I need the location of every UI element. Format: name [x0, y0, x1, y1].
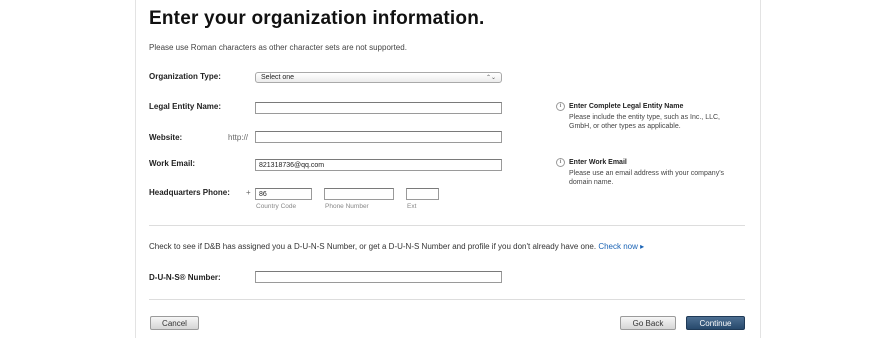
page-title: Enter your organization information. — [149, 8, 485, 29]
legal-info-line2: GmbH, or other types as applicable. — [569, 123, 681, 130]
select-chevron-icon: ⌃⌄ — [485, 74, 496, 81]
duns-check-text: Check to see if D&B has assigned you a D… — [149, 242, 644, 251]
email-info-line2: domain name. — [569, 179, 614, 186]
hq-phone-label: Headquarters Phone: — [149, 188, 230, 197]
phone-ext-hint: Ext — [407, 203, 417, 210]
org-type-select[interactable]: Select one ⌃⌄ — [255, 72, 502, 83]
page-frame-left-border — [135, 0, 136, 338]
email-info-title: Enter Work Email — [569, 159, 627, 166]
org-type-label: Organization Type: — [149, 72, 221, 81]
legal-name-input[interactable] — [255, 102, 502, 114]
info-icon: i — [556, 102, 565, 111]
duns-number-label: D-U-N-S® Number: — [149, 273, 221, 282]
continue-button[interactable]: Continue — [686, 316, 745, 330]
country-code-hint: Country Code — [256, 203, 297, 210]
org-type-selected-value: Select one — [261, 73, 295, 81]
duns-number-input[interactable] — [255, 271, 502, 283]
go-back-button[interactable]: Go Back — [620, 316, 676, 330]
section-divider — [149, 225, 745, 226]
work-email-label: Work Email: — [149, 159, 196, 168]
check-now-link[interactable]: Check now ▸ — [598, 242, 644, 251]
cancel-button[interactable]: Cancel — [150, 316, 199, 330]
phone-plus-sign: + — [246, 188, 251, 197]
website-label: Website: — [149, 133, 183, 142]
phone-number-input[interactable] — [324, 188, 394, 200]
website-input[interactable] — [255, 131, 502, 143]
email-info-line1: Please use an email address with your co… — [569, 170, 725, 177]
phone-number-hint: Phone Number — [325, 203, 369, 210]
footer-divider — [149, 299, 745, 300]
phone-ext-input[interactable] — [406, 188, 439, 200]
legal-info-line1: Please include the entity type, such as … — [569, 114, 720, 121]
page-frame-right-border — [760, 0, 761, 338]
work-email-input[interactable]: 821318736@qq.com — [255, 159, 502, 171]
duns-check-description: Check to see if D&B has assigned you a D… — [149, 242, 597, 251]
website-prefix: http:// — [228, 133, 249, 142]
country-code-input[interactable]: 86 — [255, 188, 312, 200]
page-subtitle: Please use Roman characters as other cha… — [149, 43, 407, 52]
legal-name-label: Legal Entity Name: — [149, 102, 222, 111]
info-icon: i — [556, 158, 565, 167]
legal-info-title: Enter Complete Legal Entity Name — [569, 103, 684, 110]
